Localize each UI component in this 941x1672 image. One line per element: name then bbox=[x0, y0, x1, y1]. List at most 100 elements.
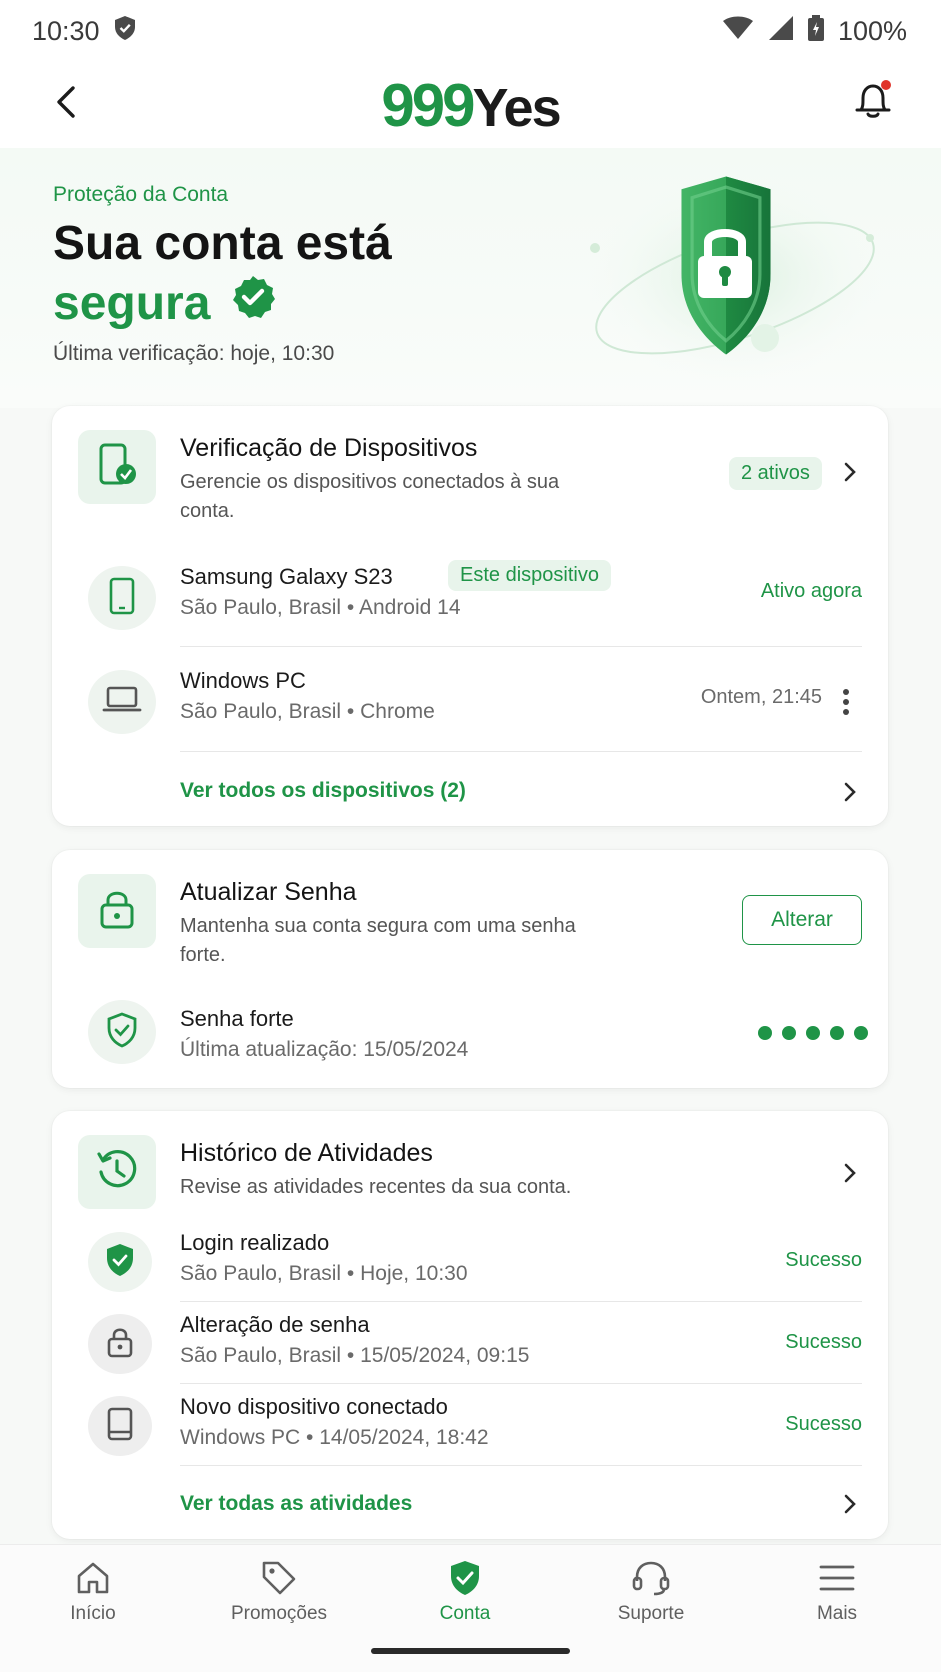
active-devices-badge: 2 ativos bbox=[729, 457, 822, 490]
device-name: Samsung Galaxy S23 bbox=[180, 564, 393, 589]
battery-level: 100% bbox=[837, 15, 907, 46]
devices-chevron-right-icon[interactable] bbox=[838, 460, 862, 484]
back-button[interactable] bbox=[44, 82, 88, 126]
device-name: Windows PC bbox=[180, 668, 306, 693]
strength-dot bbox=[830, 1026, 844, 1040]
battery-icon bbox=[807, 14, 824, 48]
more-vertical-icon[interactable] bbox=[834, 688, 858, 716]
device-verified-icon bbox=[97, 443, 137, 492]
activity-item-status: Sucesso bbox=[785, 1331, 862, 1353]
nav-label: Conta bbox=[439, 1603, 491, 1624]
lock-icon bbox=[106, 1326, 134, 1363]
activity-item-details: São Paulo, Brasil • 15/05/2024, 09:15 bbox=[180, 1344, 530, 1367]
activity-description: Revise as atividades recentes da sua con… bbox=[180, 1176, 572, 1198]
strength-icon-circle bbox=[88, 1000, 156, 1064]
smartphone-icon bbox=[109, 577, 135, 620]
password-icon-tile bbox=[78, 874, 156, 948]
chevron-right-icon[interactable] bbox=[838, 780, 862, 804]
tag-icon bbox=[260, 1557, 298, 1599]
chevron-right-icon[interactable] bbox=[838, 1492, 862, 1516]
strength-dot bbox=[854, 1026, 868, 1040]
activity-icon-circle bbox=[88, 1232, 152, 1292]
password-description: Mantenha sua conta segura com uma senha … bbox=[180, 915, 576, 966]
device-location: São Paulo, Brasil • Android 14 bbox=[180, 596, 461, 619]
status-word: segura bbox=[53, 277, 211, 330]
nav-item-conta[interactable]: Conta bbox=[385, 1545, 545, 1645]
device-status: Ativo agora bbox=[760, 580, 862, 602]
activity-item-status: Sucesso bbox=[785, 1413, 862, 1435]
menu-icon bbox=[818, 1557, 856, 1599]
nav-item-suporte[interactable]: Suporte bbox=[571, 1545, 731, 1645]
nav-item-promocoes[interactable]: Promoções bbox=[199, 1545, 359, 1645]
history-clock-icon bbox=[95, 1148, 139, 1197]
laptop-icon bbox=[102, 685, 142, 720]
divider bbox=[180, 1301, 862, 1302]
password-title: Atualizar Senha bbox=[180, 878, 357, 906]
status-bar: 10:30 100% bbox=[0, 0, 941, 62]
lock-icon bbox=[99, 889, 135, 934]
nav-label: Início bbox=[70, 1603, 116, 1624]
shield-status-icon bbox=[114, 15, 136, 48]
nav-item-mais[interactable]: Mais bbox=[757, 1545, 917, 1645]
divider bbox=[180, 646, 862, 647]
password-last-update: Última atualização: 15/05/2024 bbox=[180, 1038, 469, 1061]
brand-logo: 999 Yes bbox=[381, 71, 562, 140]
devices-title: Verificação de Dispositivos bbox=[180, 434, 478, 462]
home-icon bbox=[75, 1557, 111, 1599]
nav-item-inicio[interactable]: Início bbox=[13, 1545, 173, 1645]
strength-dot bbox=[782, 1026, 796, 1040]
devices-card: Verificação de Dispositivos Gerencie os … bbox=[52, 406, 888, 826]
divider bbox=[180, 1383, 862, 1384]
activity-card: Histórico de Atividades Revise as ativid… bbox=[52, 1111, 888, 1539]
view-all-activities-link[interactable]: Ver todas as atividades bbox=[180, 1492, 412, 1516]
activity-item-title: Novo dispositivo conectado bbox=[180, 1394, 448, 1419]
tablet-icon bbox=[106, 1407, 134, 1446]
divider bbox=[180, 751, 862, 752]
verified-badge-icon bbox=[230, 274, 276, 334]
bell-icon bbox=[853, 79, 893, 126]
device-location: São Paulo, Brasil • Chrome bbox=[180, 700, 435, 723]
device-last-seen: Ontem, 21:45 bbox=[700, 686, 822, 708]
activity-icon-tile bbox=[78, 1135, 156, 1209]
password-strength-label: Senha forte bbox=[180, 1006, 294, 1031]
activity-item-details: Windows PC • 14/05/2024, 18:42 bbox=[180, 1426, 489, 1449]
password-card: Atualizar Senha Mantenha sua conta segur… bbox=[52, 850, 888, 1088]
status-time: 10:30 bbox=[32, 15, 100, 46]
activity-chevron-right-icon[interactable] bbox=[838, 1161, 862, 1185]
shield-icon bbox=[448, 1557, 482, 1599]
activity-item-title: Alteração de senha bbox=[180, 1312, 370, 1337]
activity-title: Histórico de Atividades bbox=[180, 1139, 433, 1167]
nav-label: Promoções bbox=[230, 1603, 328, 1624]
headset-icon bbox=[631, 1557, 671, 1599]
last-verification: Última verificação: hoje, 10:30 bbox=[53, 342, 335, 365]
notifications-button[interactable] bbox=[849, 78, 897, 126]
view-all-devices-link[interactable]: Ver todos os dispositivos (2) bbox=[180, 779, 466, 803]
change-password-button[interactable]: Alterar bbox=[742, 895, 862, 945]
shield-lock-illustration bbox=[575, 168, 895, 388]
hero-eyebrow: Proteção da Conta bbox=[53, 183, 229, 206]
strength-dot bbox=[806, 1026, 820, 1040]
device-icon-circle bbox=[88, 670, 156, 734]
signal-icon bbox=[768, 15, 794, 48]
this-device-badge: Este dispositivo bbox=[448, 560, 611, 591]
activity-icon-circle bbox=[88, 1396, 152, 1456]
page-title-status: segura bbox=[53, 274, 276, 334]
device-icon-circle bbox=[88, 566, 156, 630]
nav-label: Mais bbox=[816, 1603, 858, 1624]
divider bbox=[180, 1465, 862, 1466]
nav-label: Suporte bbox=[617, 1603, 685, 1624]
strength-dot bbox=[758, 1026, 772, 1040]
page-title: Sua conta está bbox=[53, 217, 392, 270]
activity-icon-circle bbox=[88, 1314, 152, 1374]
activity-item-title: Login realizado bbox=[180, 1230, 330, 1255]
logo-nines: 999 bbox=[381, 71, 475, 139]
chevron-left-icon bbox=[55, 85, 77, 124]
shield-check-icon bbox=[106, 1012, 138, 1053]
devices-description: Gerencie os dispositivos conectados à su… bbox=[180, 471, 560, 522]
devices-icon-tile bbox=[78, 430, 156, 504]
logo-yes: Yes bbox=[472, 77, 562, 138]
activity-item-details: São Paulo, Brasil • Hoje, 10:30 bbox=[180, 1262, 468, 1285]
wifi-icon bbox=[722, 16, 754, 47]
home-indicator[interactable] bbox=[371, 1648, 570, 1654]
activity-item-status: Sucesso bbox=[785, 1249, 862, 1271]
